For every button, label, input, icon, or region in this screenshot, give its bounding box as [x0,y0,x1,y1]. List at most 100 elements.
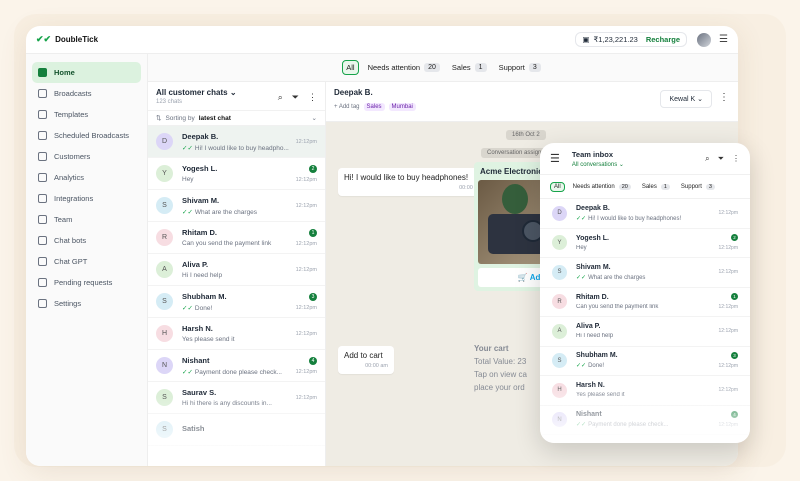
chat-list: All customer chats ⌄ 123 chats ⌕ ⏷ ⋮ ⇅ S… [148,82,326,466]
chat-preview: Rhitam D. Can you send the payment link [182,228,292,247]
filter-label: Support [680,183,702,190]
sidebar-item-settings[interactable]: Settings [32,293,141,314]
recharge-button[interactable]: Recharge [646,35,680,44]
filter-all[interactable]: All [342,60,359,75]
chat-meta: 12:12pm [719,269,738,275]
chevron-down-icon[interactable]: ⌄ [312,114,317,122]
sidebar-item-templates[interactable]: Templates [32,104,141,125]
sidebar-item-customers[interactable]: Customers [32,146,141,167]
message-time: 12:12pm [295,266,317,273]
last-message: ✓✓ What are the charges [576,274,715,281]
mobile-filter-all[interactable]: All [550,181,565,192]
wallet-balance[interactable]: ▣ ₹1,23,221.23 Recharge [575,32,688,47]
last-message: Hey [182,176,292,183]
list-item[interactable]: D Deepak B. ✓✓ Hi! I would like to buy head… [148,126,325,158]
tag-sales[interactable]: Sales [363,103,385,111]
list-item[interactable]: R Rhitam D. Can you send the payment link 1… [540,288,750,317]
mobile-preview: ☰ Team inbox All conversations ⌄ ⌕ ⏷ ⋮ A… [540,143,750,443]
list-item[interactable]: R Rhitam D. Can you send the payment link 1… [148,222,325,254]
double-tick-icon: ✓✓ [576,363,587,370]
filter-icon[interactable]: ⏷ [718,154,724,164]
chat-preview: Shubham M. ✓✓ Done! [576,352,715,369]
search-icon[interactable]: ⌕ [705,154,709,164]
list-item[interactable]: A Aliva P. Hi I need help 12:12pm [540,317,750,347]
chat-preview: Yogesh L. Hey [576,235,715,251]
double-tick-icon: ✓✓ [182,304,193,312]
chat-list-header: All customer chats ⌄ 123 chats ⌕ ⏷ ⋮ [148,82,325,110]
sidebar-item-scheduled-broadcasts[interactable]: Scheduled Broadcasts [32,125,141,146]
chat-meta: 1 12:12pm [296,228,317,247]
sidebar-item-label: Scheduled Broadcasts [54,131,130,140]
message-time: 12:12pm [295,138,317,145]
hamburger-menu-icon[interactable]: ☰ [550,152,560,165]
unread-badge: 3 [731,352,738,360]
avatar[interactable] [697,32,712,47]
avatar: S [552,264,567,280]
template-icon [38,110,47,119]
filter-icon[interactable]: ⏷ [292,92,299,103]
conversation-filter[interactable]: All conversations ⌄ [572,161,624,168]
list-item[interactable]: D Deepak B. ✓✓ Hi! I would like to buy head… [540,199,750,229]
message-time: 12:12pm [718,363,738,370]
sidebar-item-home[interactable]: Home [32,62,141,83]
more-options-icon[interactable]: ⋮ [719,92,729,103]
list-item[interactable]: S Shubham M. ✓✓ Done! 3 12:12pm [540,347,750,376]
list-item[interactable]: Y Yogesh L. Hey 2 12:12pm [540,229,750,258]
tag-mumbai[interactable]: Mumbai [388,103,416,111]
list-item[interactable]: S Shubham M. ✓✓ Done! 3 12:12pm [148,286,325,318]
mobile-filter-bar: All Needs attention 20 Sales 1 Support 3 [540,175,750,199]
wallet-icon: ▣ [582,35,590,44]
chat-list-title[interactable]: All customer chats ⌄ [156,88,237,97]
double-tick-icon: ✔✔ [36,34,52,44]
sort-row[interactable]: ⇅ Sorting by latest chat ⌄ [148,110,325,126]
list-item[interactable]: N Nishant ✓✓Payment done please check... 4 1… [148,350,325,382]
last-message-text: What are the charges [194,208,258,216]
double-tick-icon: ✓✓ [576,215,587,222]
filter-needs-attention[interactable]: Needs attention 20 [365,61,443,74]
list-item[interactable]: Y Yogesh L. Hey 2 12:12pm [148,158,325,190]
agent-select[interactable]: Kewal K ⌄ [660,90,712,108]
avatar: H [156,325,173,342]
sidebar-item-label: Chat bots [54,236,87,245]
more-options-icon[interactable]: ⋮ [308,92,317,103]
sidebar-item-broadcasts[interactable]: Broadcasts [32,83,141,104]
schedule-icon [38,131,47,140]
list-item[interactable]: S Shivam M. ✓✓ What are the charges 12:12pm [540,258,750,288]
team-icon [38,215,47,224]
mobile-header: ☰ Team inbox All conversations ⌄ ⌕ ⏷ ⋮ [540,143,750,175]
message-time: 12:12pm [718,245,738,252]
chevron-down-icon[interactable]: ⌄ [230,88,237,97]
mobile-filter-sales[interactable]: Sales 1 [639,183,673,191]
filter-count: 20 [618,183,631,190]
search-icon[interactable]: ⌕ [278,92,283,103]
message-text: Add to cart [344,351,383,360]
filter-support[interactable]: Support 3 [496,61,544,74]
chat-preview: Shivam M. ✓✓ What are the charges [576,264,715,281]
sidebar-item-analytics[interactable]: Analytics [32,167,141,188]
chat-preview: Aliva P. Hi I need help [576,323,715,339]
chat-meta: 3 12:12pm [296,292,317,311]
avatar: Y [552,235,567,251]
mobile-filter-support[interactable]: Support 3 [678,183,718,191]
sidebar-item-pending-requests[interactable]: Pending requests [32,272,141,293]
sidebar-item-label: Pending requests [54,278,113,287]
hamburger-menu-icon[interactable]: ☰ [719,34,728,45]
message-time: 12:12pm [718,304,738,311]
sidebar-item-chat-gpt[interactable]: Chat GPT [32,251,141,272]
chatgpt-icon [38,257,47,266]
more-options-icon[interactable]: ⋮ [732,154,740,164]
avatar: D [552,205,567,221]
sidebar-item-integrations[interactable]: Integrations [32,188,141,209]
message-text: Hi! I would like to buy headphones! [344,173,469,182]
add-tag-button[interactable]: + Add tag [334,104,360,110]
chat-preview: Deepak B. ✓✓ Hi! I would like to buy headp… [576,205,715,222]
mobile-filter-needs-attention[interactable]: Needs attention 20 [570,183,634,191]
last-message-text: Hey [576,244,587,251]
list-item[interactable]: S Shivam M. ✓✓ What are the charges 12:12pm [148,190,325,222]
list-item[interactable]: H Harsh N. Yes please send it 12:12pm [148,318,325,350]
sidebar-item-chat-bots[interactable]: Chat bots [32,230,141,251]
list-item[interactable]: A Aliva P. Hi I need help 12:12pm [148,254,325,286]
sidebar-item-label: Settings [54,299,82,308]
filter-sales[interactable]: Sales 1 [449,61,490,74]
sidebar-item-team[interactable]: Team [32,209,141,230]
